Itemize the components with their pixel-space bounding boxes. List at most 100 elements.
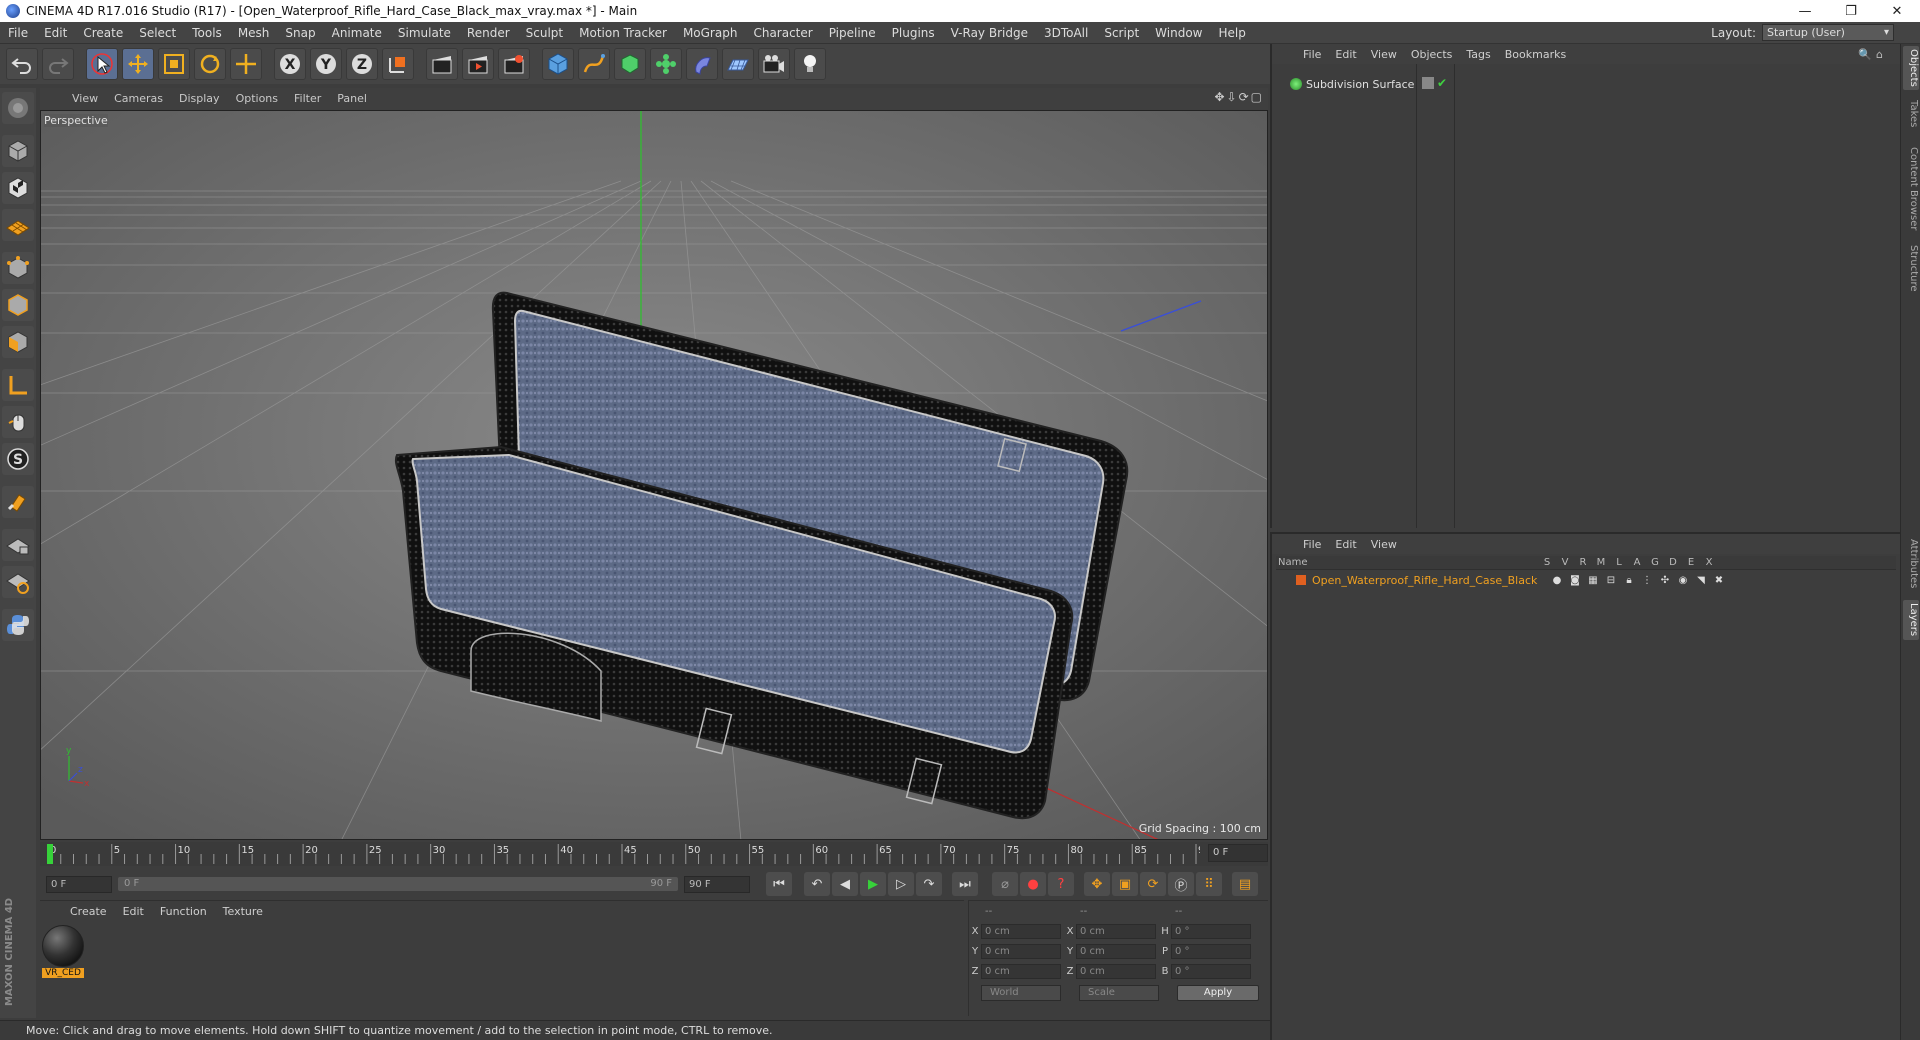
menu-plugins[interactable]: Plugins — [884, 22, 943, 44]
timeline-playhead[interactable] — [47, 844, 53, 864]
object-row-subdivision-surface[interactable]: Subdivision Surface — [1276, 76, 1896, 92]
viewport-menu-panel[interactable]: Panel — [329, 92, 375, 105]
y-axis-button[interactable]: Y — [310, 48, 342, 80]
floor-object-button[interactable] — [722, 48, 754, 80]
render-to-picture-viewer-button[interactable] — [462, 48, 494, 80]
layer-color-swatch[interactable] — [1296, 575, 1306, 585]
objects-menu-bookmarks[interactable]: Bookmarks — [1498, 48, 1573, 61]
light-object-button[interactable] — [794, 48, 826, 80]
menu-animate[interactable]: Animate — [324, 22, 390, 44]
side-tab-layers[interactable]: Layers — [1903, 600, 1919, 640]
material-menu-edit[interactable]: Edit — [115, 905, 152, 918]
move-tool-button[interactable] — [122, 48, 154, 80]
live-selection-button[interactable] — [86, 48, 118, 80]
objects-menu-view[interactable]: View — [1364, 48, 1404, 61]
side-tab-content-browser[interactable]: Content Browser — [1903, 144, 1919, 234]
axis-mode-button[interactable] — [2, 369, 34, 401]
viewport-label-perspective[interactable]: Perspective — [44, 114, 108, 127]
objects-menu-objects[interactable]: Objects — [1404, 48, 1460, 61]
menu-render[interactable]: Render — [459, 22, 518, 44]
menu-pipeline[interactable]: Pipeline — [821, 22, 884, 44]
next-key-button[interactable]: ↷ — [916, 872, 942, 896]
menu-mograph[interactable]: MoGraph — [675, 22, 746, 44]
menu-snap[interactable]: Snap — [277, 22, 323, 44]
menu-vray-bridge[interactable]: V-Ray Bridge — [943, 22, 1036, 44]
coordinate-space-dropdown[interactable]: World — [981, 985, 1061, 1001]
rot-p-field[interactable]: 0 ° — [1171, 943, 1251, 959]
layer-xref-toggle[interactable]: ✖ — [1710, 575, 1728, 586]
menu-window[interactable]: Window — [1147, 22, 1210, 44]
material-menu-function[interactable]: Function — [152, 905, 215, 918]
menu-edit[interactable]: Edit — [36, 22, 75, 44]
rot-b-field[interactable]: 0 ° — [1171, 963, 1251, 979]
layer-generators-toggle[interactable]: ✣ — [1656, 575, 1674, 586]
material-menu-create[interactable]: Create — [62, 905, 115, 918]
rot-h-field[interactable]: 0 ° — [1171, 923, 1251, 939]
end-frame-field[interactable]: 90 F — [684, 875, 750, 893]
cube-object-button[interactable] — [542, 48, 574, 80]
menu-help[interactable]: Help — [1210, 22, 1253, 44]
menu-motion-tracker[interactable]: Motion Tracker — [571, 22, 675, 44]
scale-tool-button[interactable] — [158, 48, 190, 80]
current-frame-field[interactable]: 0 F — [1208, 844, 1268, 862]
objects-menu-tags[interactable]: Tags — [1459, 48, 1497, 61]
previous-key-button[interactable]: ↶ — [804, 872, 830, 896]
close-button[interactable]: ✕ — [1874, 0, 1920, 22]
play-button[interactable]: ▶ — [860, 872, 886, 896]
apply-button[interactable]: Apply — [1177, 985, 1259, 1001]
objects-menu-edit[interactable]: Edit — [1328, 48, 1363, 61]
python-button[interactable] — [2, 609, 34, 641]
array-button[interactable] — [650, 48, 682, 80]
motion-record-button[interactable]: ⌀ — [992, 872, 1018, 896]
menu-character[interactable]: Character — [745, 22, 820, 44]
layer-deformers-toggle[interactable]: ◉ — [1674, 575, 1692, 586]
autokeying-button[interactable]: ? — [1048, 872, 1074, 896]
rotate-tool-button[interactable] — [194, 48, 226, 80]
timeline-ruler[interactable]: 051015202530354045505560657075808590 0 F — [40, 842, 1268, 866]
size-x-field[interactable]: 0 cm — [1076, 923, 1156, 939]
objects-menu-file[interactable]: File — [1296, 48, 1328, 61]
editor-visibility-icon[interactable] — [1422, 77, 1434, 89]
polygons-mode-button[interactable] — [2, 326, 34, 358]
viewport-canvas[interactable]: y x z Perspective Grid Spacing : 100 cm — [40, 110, 1268, 840]
side-tab-attributes[interactable]: Attributes — [1903, 534, 1919, 594]
layer-expressions-toggle[interactable]: ◥ — [1692, 575, 1710, 586]
preview-range-slider[interactable]: 0 F 90 F — [118, 877, 678, 891]
previous-frame-button[interactable]: ◀ — [832, 872, 858, 896]
timeline-window-button[interactable]: ▤ — [1232, 872, 1258, 896]
menu-file[interactable]: File — [0, 22, 36, 44]
deformer-button[interactable] — [686, 48, 718, 80]
edit-render-settings-button[interactable] — [498, 48, 530, 80]
points-mode-button[interactable] — [2, 252, 34, 284]
layer-solo-toggle[interactable]: ● — [1548, 575, 1566, 586]
viewport-menu-view[interactable]: View — [64, 92, 106, 105]
subdivision-generator-button[interactable] — [614, 48, 646, 80]
pos-x-field[interactable]: 0 cm — [981, 923, 1061, 939]
layers-menu-edit[interactable]: Edit — [1328, 538, 1363, 551]
redo-button[interactable] — [42, 48, 74, 80]
go-to-end-button[interactable]: ⏭ — [952, 872, 978, 896]
start-frame-field[interactable]: 0 F — [46, 875, 112, 893]
workplane-button[interactable] — [2, 209, 34, 241]
viewport-menu-filter[interactable]: Filter — [286, 92, 329, 105]
x-axis-button[interactable]: X — [274, 48, 306, 80]
record-active-objects-button[interactable]: ● — [1020, 872, 1046, 896]
menu-script[interactable]: Script — [1096, 22, 1147, 44]
size-z-field[interactable]: 0 cm — [1076, 963, 1156, 979]
menu-tools[interactable]: Tools — [184, 22, 230, 44]
go-to-start-button[interactable]: ⏮ — [766, 872, 792, 896]
z-axis-button[interactable]: Z — [346, 48, 378, 80]
side-tab-objects[interactable]: Objects — [1903, 46, 1919, 90]
keyframe-pla-button[interactable]: ⠿ — [1196, 872, 1222, 896]
viewport-menu-display[interactable]: Display — [171, 92, 228, 105]
tweak-mode-button[interactable] — [2, 406, 34, 438]
layers-menu-file[interactable]: File — [1296, 538, 1328, 551]
undo-button[interactable] — [6, 48, 38, 80]
side-tab-structure[interactable]: Structure — [1903, 240, 1919, 296]
render-view-button[interactable] — [426, 48, 458, 80]
snap-button[interactable]: S — [2, 443, 34, 475]
viewport-nav-icons[interactable]: ✥⇩⟳▢ — [1214, 90, 1264, 104]
layer-view-toggle[interactable]: ◙ — [1566, 575, 1584, 586]
make-editable-button[interactable] — [2, 92, 34, 124]
material-menu-texture[interactable]: Texture — [215, 905, 271, 918]
